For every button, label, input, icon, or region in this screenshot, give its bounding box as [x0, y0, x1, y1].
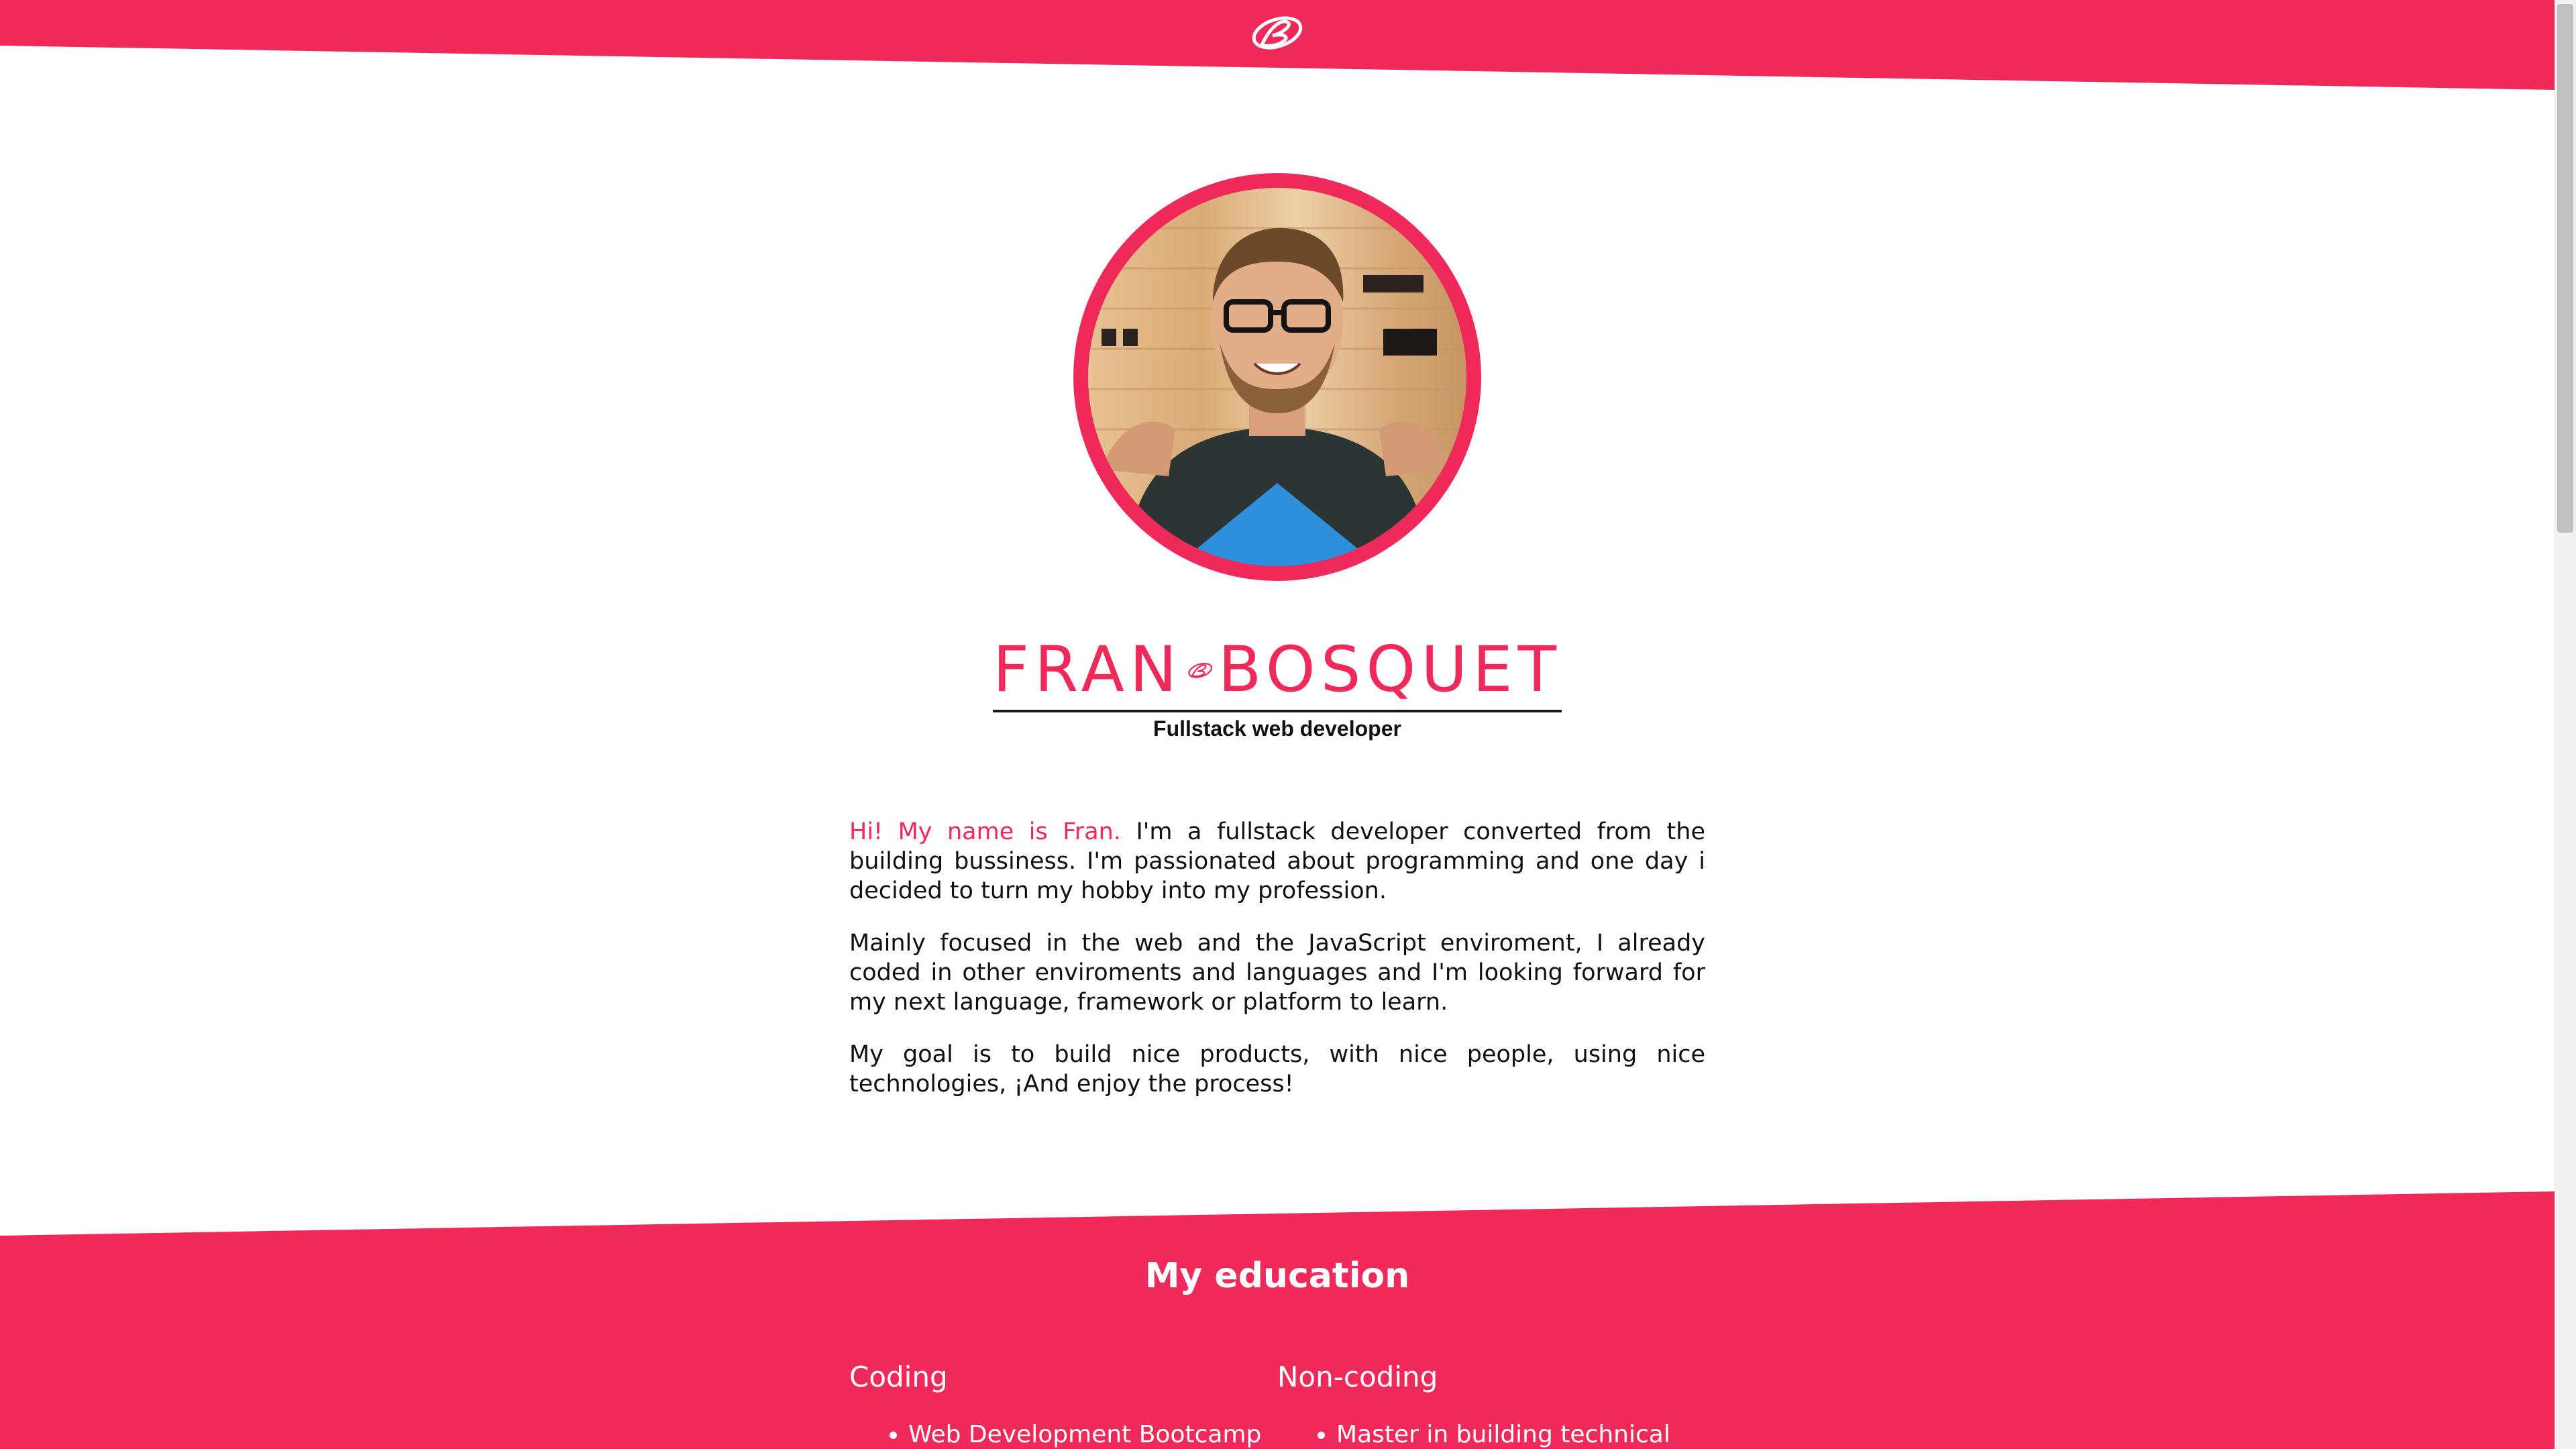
- brand-first-name: FRAN: [993, 633, 1183, 706]
- nav-logo-link[interactable]: [1246, 9, 1309, 56]
- education-coding-column: Coding Web Development Bootcamp: [849, 1360, 1265, 1449]
- tagline: Fullstack web developer: [1153, 716, 1401, 741]
- coding-list: Web Development Bootcamp: [849, 1420, 1265, 1449]
- list-item: Web Development Bootcamp: [908, 1420, 1265, 1449]
- greeting-text: Hi! My name is Fran.: [849, 818, 1121, 845]
- about-section: Hi! My name is Fran. I'm a fullstack dev…: [849, 817, 1705, 1122]
- coding-heading: Coding: [849, 1360, 948, 1393]
- scrollbar-thumb[interactable]: [2557, 4, 2573, 533]
- education-title: My education: [1144, 1256, 1410, 1296]
- brand-wordmark: FRAN BOSQUET: [993, 631, 1562, 712]
- list-item: Master in building technical: [1336, 1420, 1707, 1449]
- avatar-photo: [1088, 188, 1466, 566]
- brand-last-name: BOSQUET: [1218, 633, 1562, 706]
- about-intro-paragraph: Hi! My name is Fran. I'm a fullstack dev…: [849, 817, 1705, 906]
- about-goal-paragraph: My goal is to build nice products, with …: [849, 1041, 1705, 1097]
- profile-avatar: [1073, 173, 1481, 581]
- noncoding-heading: Non-coding: [1277, 1360, 1438, 1393]
- fb-monogram-logo-icon: [1188, 663, 1213, 678]
- about-focus-paragraph: Mainly focused in the web and the JavaSc…: [849, 930, 1705, 1016]
- fb-monogram-logo-icon: [1252, 16, 1303, 50]
- noncoding-list: Master in building technical: [1277, 1420, 1707, 1449]
- education-noncoding-column: Non-coding Master in building technical: [1277, 1360, 1707, 1449]
- portrait-illustration: [1088, 227, 1466, 566]
